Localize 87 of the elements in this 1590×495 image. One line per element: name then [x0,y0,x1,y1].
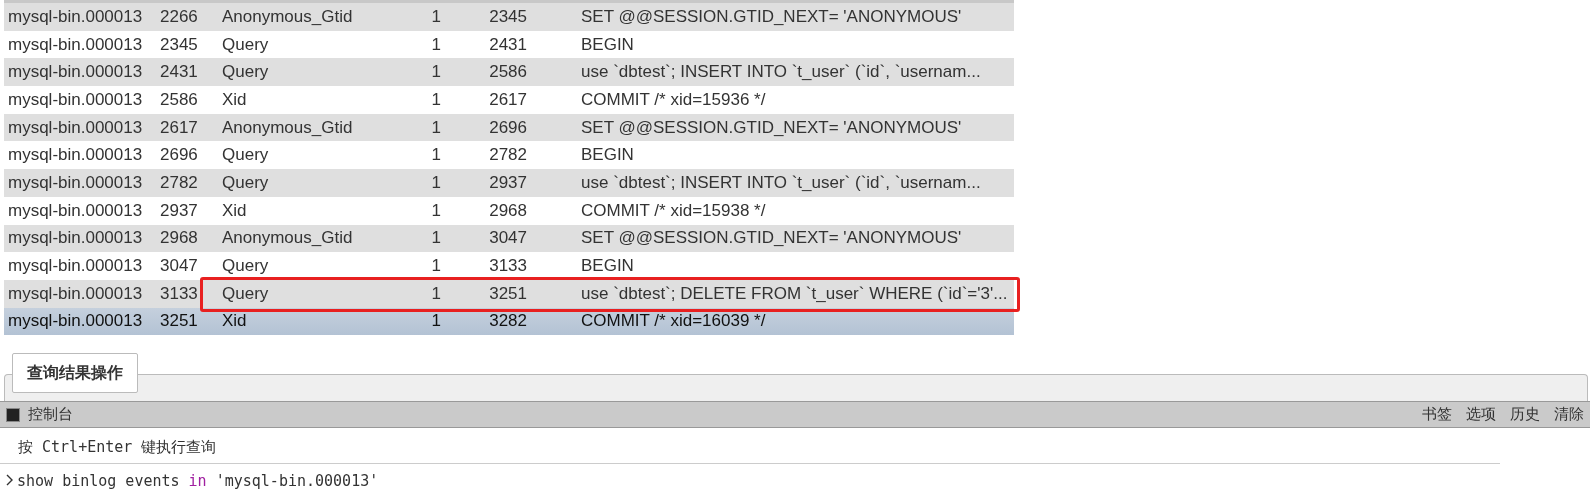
table-cell-text: mysql-bin.000013 [7,172,144,193]
table-cell-text: Xid [221,200,248,221]
console-action-link[interactable]: 清除 [1554,405,1584,425]
table-cell-text: Query [221,172,270,193]
table-cell-text: 2345 [159,34,199,55]
table-cell-text: 1 [430,34,442,55]
console-action-link[interactable]: 选项 [1466,405,1496,425]
table-cell-text: BEGIN [580,34,635,55]
table-cell-text: mysql-bin.000013 [7,62,144,83]
table-cell-text: 1 [430,256,442,277]
table-cell-text: SET @@SESSION.GTID_NEXT= 'ANONYMOUS' [580,117,963,138]
table-cell-text: 2586 [488,62,528,83]
table-cell-text: 2617 [488,89,528,110]
table-cell-text: 2431 [488,34,528,55]
table-cell-text: 1 [430,145,442,166]
console-action-link[interactable]: 书签 [1422,405,1452,425]
table-row[interactable]: mysql-bin.000013 3133 Query 1 3251 use `dbtest`; DELETE FROM `t_user` WHERE (`id`='3'... [4,279,1014,308]
table-cell-text: 3251 [159,311,199,332]
console-hint: 按 Ctrl+Enter 键执行查询 [0,428,1500,465]
table-cell-text: mysql-bin.000013 [7,283,144,304]
table-row[interactable]: mysql-bin.000013 2782 Query 1 2937 use `dbtest`; INSERT INTO `t_user` (`id`, `usernam... [4,169,1014,197]
result-tab[interactable]: 查询结果操作 [12,353,138,394]
console-action-link[interactable]: 历史 [1510,405,1540,425]
table-cell-text: Anonymous_Gtid [221,6,354,27]
table-cell-text: 1 [430,283,442,304]
table-cell-text: mysql-bin.000013 [7,34,144,55]
table-row[interactable]: mysql-bin.000013 2431 Query 1 2586 use `dbtest`; INSERT INTO `t_user` (`id`, `usernam... [4,58,1014,87]
table-cell-text: 2696 [159,145,199,166]
table-cell-text: SET @@SESSION.GTID_NEXT= 'ANONYMOUS' [580,228,963,249]
table-cell-text: 1 [430,200,442,221]
table-cell-text: 1 [430,311,442,332]
table-cell-text: mysql-bin.000013 [7,117,144,138]
table-cell-text: Xid [221,311,248,332]
table-cell-text: 1 [430,89,442,110]
table-cell-text: use `dbtest`; DELETE FROM `t_user` WHERE (`id`='3'... [580,283,1009,304]
table-cell-text: 3133 [488,256,528,277]
table-cell-text: 1 [430,6,442,27]
table-cell-text: 2345 [488,6,528,27]
table-cell-text: mysql-bin.000013 [7,6,144,27]
table-cell-text: Anonymous_Gtid [221,117,354,138]
table-cell-text: 1 [430,117,442,138]
table-cell-text: use `dbtest`; INSERT INTO `t_user` (`id`, `usernam... [580,172,982,193]
table-cell-text: mysql-bin.000013 [7,228,144,249]
table-row[interactable]: mysql-bin.000013 2968 Anonymous_Gtid 1 3047 SET @@SESSION.GTID_NEXT= 'ANONYMOUS' [4,224,1014,253]
table-cell-text: 3282 [488,311,528,332]
table-cell-text: 1 [430,62,442,83]
table-cell-text: COMMIT /* xid=15936 */ [580,89,767,110]
table-cell-text: 2617 [159,117,199,138]
table-cell-text: 2937 [159,200,199,221]
table-cell-text: 3047 [488,228,528,249]
table-cell-text: Query [221,145,270,166]
table-row[interactable]: mysql-bin.000013 2266 Anonymous_Gtid 1 2345 SET @@SESSION.GTID_NEXT= 'ANONYMOUS' [4,3,1014,31]
table-cell-text: SET @@SESSION.GTID_NEXT= 'ANONYMOUS' [580,6,963,27]
table-cell-text: mysql-bin.000013 [7,311,144,332]
table-cell-text: 2968 [159,228,199,249]
table-cell-text: 2266 [159,6,199,27]
console-title: 控制台 [28,405,73,425]
table-cell-text: Anonymous_Gtid [221,228,354,249]
table-cell-text: Xid [221,89,248,110]
table-cell-text: 1 [430,172,442,193]
table-cell-text: 2586 [159,89,199,110]
table-cell-text: 2968 [488,200,528,221]
table-cell-text: mysql-bin.000013 [7,200,144,221]
table-cell-text: mysql-bin.000013 [7,145,144,166]
table-cell-text: 1 [430,228,442,249]
table-cell-text: Query [221,62,270,83]
table-cell-text: BEGIN [580,256,635,277]
table-row[interactable]: mysql-bin.000013 2617 Anonymous_Gtid 1 2696 SET @@SESSION.GTID_NEXT= 'ANONYMOUS' [4,113,1014,142]
table-cell-text: Query [221,34,270,55]
table-cell-text: 2431 [159,62,199,83]
table-cell-text: 3047 [159,256,199,277]
table-cell-text: 2696 [488,117,528,138]
table-cell-text: BEGIN [580,145,635,166]
table-cell-text: COMMIT /* xid=15938 */ [580,200,767,221]
console-command: show binlog events in 'mysql-bin.000013' [17,471,379,490]
table-cell-text: Query [221,256,270,277]
table-cell-text: 2782 [159,172,199,193]
table-cell-text: 3133 [159,283,199,304]
table-cell-text: Query [221,283,270,304]
table-cell-text: mysql-bin.000013 [7,89,144,110]
table-cell-text: use `dbtest`; INSERT INTO `t_user` (`id`, `usernam... [580,62,982,83]
table-cell-text: 3251 [488,283,528,304]
table-cell-text: COMMIT /* xid=16039 */ [580,311,767,332]
table-cell-text: 2937 [488,172,528,193]
table-cell-text: 2782 [488,145,528,166]
terminal-icon [6,407,20,422]
table-cell-text: mysql-bin.000013 [7,256,144,277]
